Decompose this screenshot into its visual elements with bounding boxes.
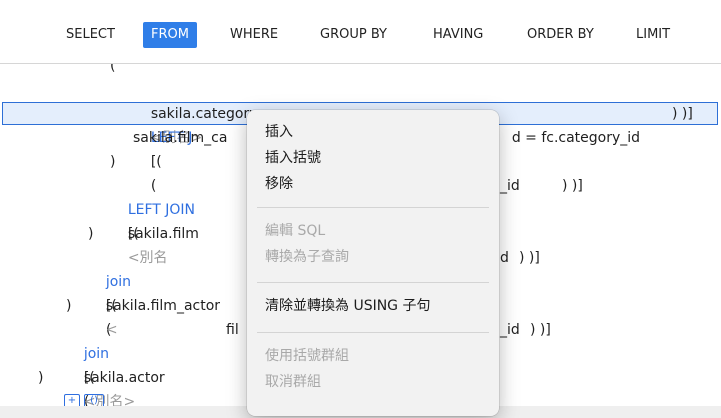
join-condition-text: d = fc.category_id [511,130,641,146]
join-row-3[interactable]: join [( ( [88,246,131,338]
menu-item-remove[interactable]: 移除 [265,173,293,195]
table-category-row[interactable]: sakila.category <別名> [133,78,258,146]
join-condition[interactable]: d [500,246,509,270]
join-bracket-end: ) )] [530,322,551,338]
menu-item-insert[interactable]: 插入 [265,121,293,143]
tab-having[interactable]: HAVING [425,22,491,48]
table-film-row[interactable]: sakila.film <別名 [110,198,199,266]
paren-open: ( [110,64,116,74]
menu-separator [257,207,489,208]
join-row-4[interactable]: join [( ( [66,318,109,410]
table-actor-row[interactable]: sakila.actor <別名> [66,342,165,410]
join-bracket-end: ) )] [562,178,583,194]
join-row-2[interactable]: LEFT JOIN [( [110,174,195,242]
paren-close: ) [110,154,116,170]
table-name[interactable]: sakila.actor [84,370,165,386]
menu-item-ungroup: 取消群組 [265,374,321,390]
join-row-1[interactable]: LEFT J [( ( [133,102,193,194]
join-condition[interactable]: _id [500,318,520,342]
menu-separator [257,282,489,283]
clause-tab-bar: SELECT FROM WHERE GROUP BY HAVING ORDER … [0,0,721,64]
paren-close: ) [88,226,94,242]
join-bracket: [( [150,154,162,170]
join-bracket-end: ) )] [519,250,540,266]
join-bracket-end: ) )] [672,106,693,122]
menu-item-edit-sql: 編輯 SQL [265,223,326,239]
menu-item-convert-to-subquery: 轉換為子查詢 [265,249,349,265]
table-film-category-row[interactable]: sakila.film_ca [133,126,227,150]
menu-item-clear-convert-using[interactable]: 清除並轉換為 USING 子句 [265,295,430,317]
menu-item-insert-parens[interactable]: 插入括號 [265,147,321,169]
join-field[interactable]: fil [226,318,239,342]
join-condition[interactable]: _id [500,174,520,198]
tab-select[interactable]: SELECT [58,22,123,48]
tab-order-by[interactable]: ORDER BY [519,22,602,48]
menu-item-group-with-parens: 使用括號群組 [265,348,349,364]
menu-separator [257,332,489,333]
paren-close: ) [38,370,44,386]
context-menu: 插入 插入括號 移除 編輯 SQL 轉換為子查詢 清除並轉換為 USING 子句… [247,110,499,416]
table-film-actor-row[interactable]: sakila.film_actor < [88,270,220,338]
tab-from[interactable]: FROM [143,22,197,48]
table-name[interactable]: sakila.film [128,226,199,242]
tab-where[interactable]: WHERE [222,22,286,48]
tab-limit[interactable]: LIMIT [628,22,678,48]
join-condition[interactable]: d = fc.category_id [494,102,640,146]
alias-placeholder[interactable]: <別名 [128,250,168,266]
table-name[interactable]: sakila.film_actor [106,298,220,314]
tab-group-by[interactable]: GROUP BY [312,22,395,48]
paren-close: ) [66,298,72,314]
